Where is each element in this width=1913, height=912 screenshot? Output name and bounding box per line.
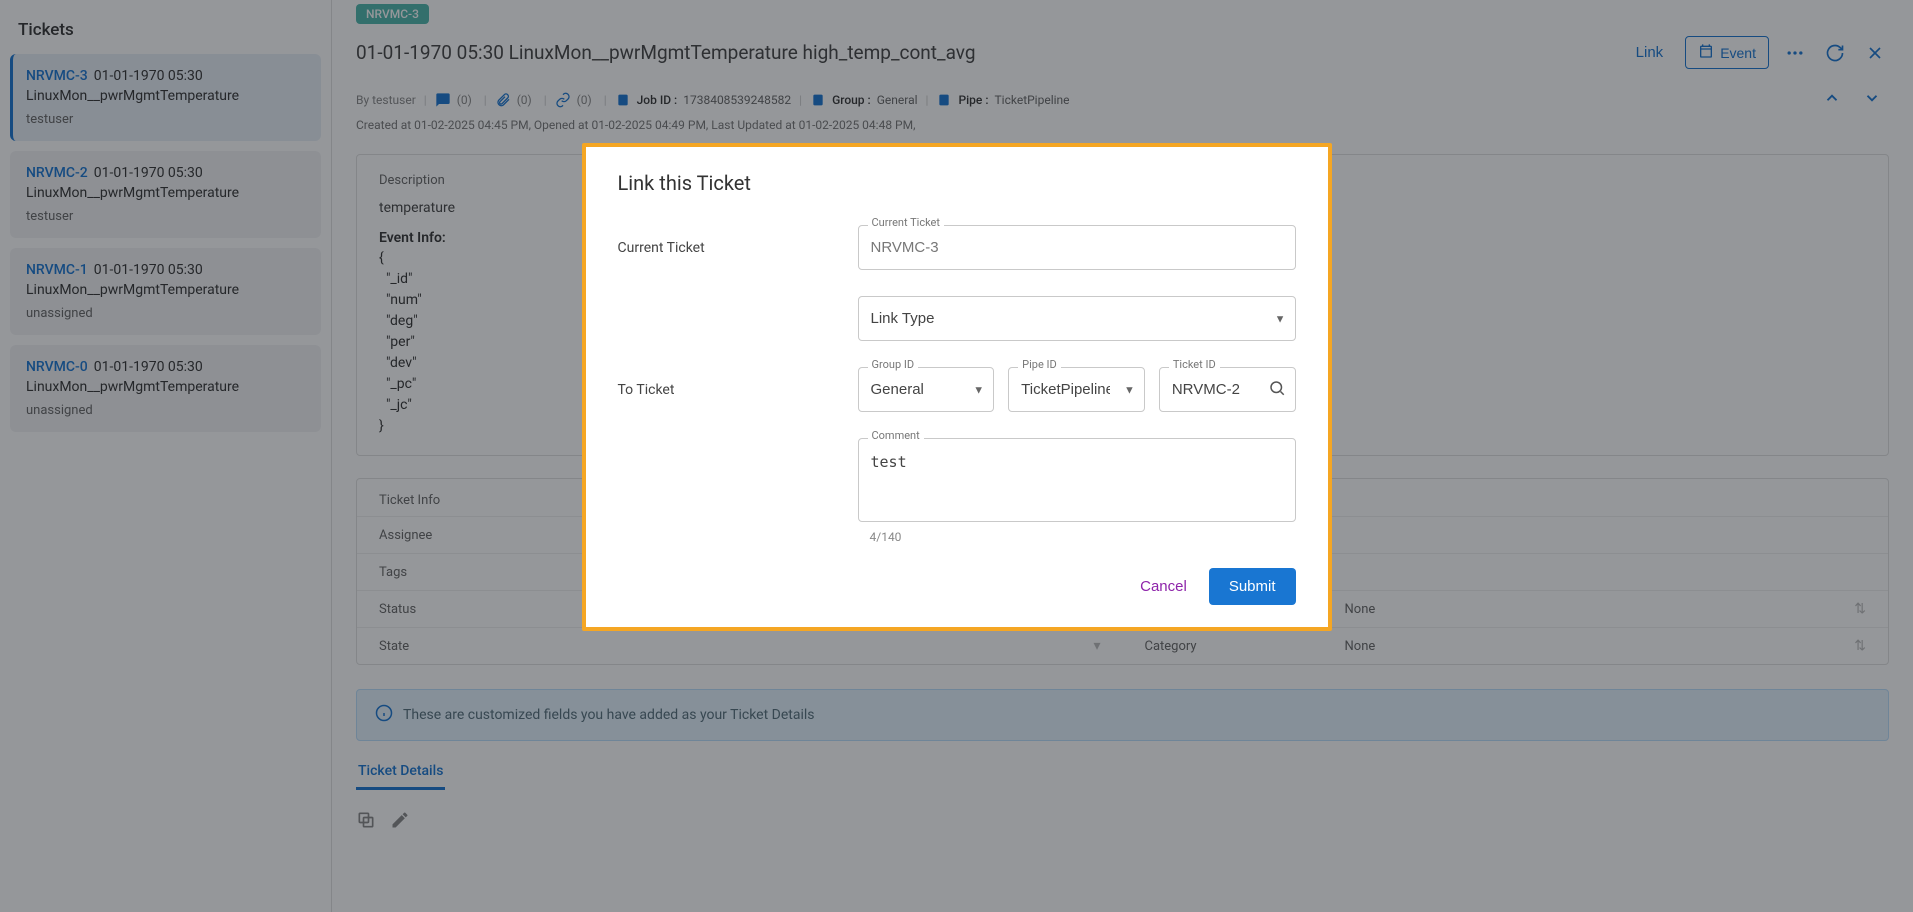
current-ticket-label: Current Ticket [618,240,858,256]
to-ticket-label: To Ticket [618,382,858,398]
char-count: 4/140 [870,530,1296,544]
pipe-id-float: Pipe ID [1018,358,1061,371]
search-icon[interactable] [1268,379,1286,401]
link-ticket-modal: Link this Ticket Current Ticket Current … [582,143,1332,631]
comment-textarea[interactable] [858,438,1296,522]
group-id-select[interactable]: General [858,367,995,412]
ticket-id-float: Ticket ID [1169,358,1220,371]
link-type-select[interactable]: Link Type [858,296,1296,341]
cancel-button[interactable]: Cancel [1136,572,1191,601]
modal-title: Link this Ticket [618,171,1296,195]
comment-float: Comment [868,429,924,442]
group-id-float: Group ID [868,358,919,371]
submit-button[interactable]: Submit [1209,568,1296,605]
current-ticket-float: Current Ticket [868,216,945,229]
pipe-id-select[interactable]: TicketPipeline [1008,367,1145,412]
current-ticket-input [858,225,1296,270]
modal-overlay[interactable]: Link this Ticket Current Ticket Current … [0,0,1913,912]
